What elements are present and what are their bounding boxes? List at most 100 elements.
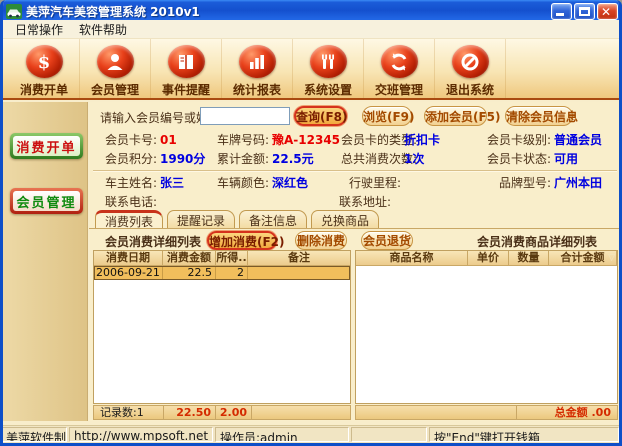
member-info-row: 会员积分: 1990分 累计金额: 22.5元 总共消费次数: 1次 会员卡状态… [93,151,617,167]
toolbar-item-reminders[interactable]: 事件提醒 [151,39,222,98]
column-header[interactable]: 数量 [509,251,549,265]
toolbar-item-reports[interactable]: 统计报表 [222,39,293,98]
sidebar-button-members[interactable]: 会员管理 [10,188,83,214]
tab-exchange-goods[interactable]: 兑换商品 [311,210,379,228]
total-amount-value: 22.5元 [269,151,341,167]
grand-total: 总金额 .00 [517,406,617,419]
shift-cycle-icon [381,45,418,78]
consume-list-title: 会员消费详细列表 [105,233,201,250]
toolbar-item-shift[interactable]: 交班管理 [364,39,435,98]
cell-date: 2006-09-21 09 [94,266,163,280]
goods-summary-bar: 总金额 .00 [355,405,618,420]
mileage-label: 行驶里程: [341,175,401,191]
column-header[interactable]: 所得.. [216,251,248,265]
table-row-selected[interactable]: 2006-09-21 09 22.5 2 [94,266,350,280]
window-title: 美萍汽车美容管理系统 2010v1 [26,3,200,20]
column-header[interactable]: 单价 [468,251,509,265]
consume-table-header: 消费日期 消费金额 所得.. 备注 [94,251,350,266]
toolbar-item-members[interactable]: 会员管理 [80,39,151,98]
tab-consume-list[interactable]: 消费列表 [95,210,163,228]
card-level-label: 会员卡级别: [451,132,551,148]
status-operator: 操作员:admin [215,427,349,442]
goods-table-header: 商品名称 单价 数量 合计金额 ▽ [356,251,617,266]
consume-summary-bar: 记录数:1 22.50 2.00 [93,405,351,420]
card-no-value: 01 [157,132,207,148]
member-icon [97,45,134,78]
toolbar-item-exit[interactable]: 退出系统 [435,39,506,98]
member-search-input[interactable] [200,107,290,125]
add-member-button[interactable]: 添加会员(F5) [424,106,487,126]
clear-member-button[interactable]: 清除会员信息 [505,106,573,126]
maximize-button[interactable] [574,3,595,20]
points-total: 2.00 [216,406,252,419]
member-info-row: 车主姓名: 张三 车辆颜色: 深红色 行驶里程: 品牌型号: 广州本田 [93,175,617,191]
divider [93,170,617,172]
minimize-icon [556,13,564,16]
owner-name-label: 车主姓名: [93,175,157,191]
status-empty [351,427,427,442]
owner-name-value: 张三 [157,175,207,191]
tab-notes[interactable]: 备注信息 [239,210,307,228]
points-label: 会员积分: [93,151,157,167]
menu-bar: 日常操作 软件帮助 [3,20,619,39]
column-header[interactable]: 消费金额 [163,251,216,265]
menu-daily-ops[interactable]: 日常操作 [8,20,70,39]
column-header[interactable]: 合计金额 [549,251,617,265]
card-status-label: 会员卡状态: [451,151,551,167]
member-refund-button[interactable]: 会员退货 [361,231,413,250]
bar-chart-icon [239,45,276,78]
mileage-value [401,175,451,191]
goods-table[interactable]: 商品名称 单价 数量 合计金额 ▽ [355,250,618,404]
cell-points: 2 [216,266,248,280]
cell-amount: 22.5 [163,266,216,280]
app-car-icon [6,4,22,19]
brand-model-label: 品牌型号: [451,175,551,191]
cell-note [248,266,350,280]
address-label: 联系地址: [337,194,391,210]
delete-consume-button[interactable]: 删除消费 [295,231,347,250]
detail-header-row: 会员消费详细列表 增加消费(F2) 删除消费 会员退货 会员消费商品详细列表 [89,230,619,251]
tab-reminder-records[interactable]: 提醒记录 [167,210,235,228]
card-no-label: 会员卡号: [93,132,157,148]
tab-strip: 消费列表 提醒记录 备注信息 兑换商品 [95,210,379,228]
points-value: 1990分 [157,151,207,167]
status-bar: 美萍软件制作 http://www.mpsoft.net 操作员:admin 按… [0,425,622,446]
column-header[interactable]: 备注 [248,251,350,265]
record-count: 记录数:1 [94,406,164,419]
visit-count-label: 总共消费次数: [341,151,401,167]
plate-label: 车牌号码: [207,132,269,148]
car-color-value: 深红色 [269,175,341,191]
status-website[interactable]: http://www.mpsoft.net [69,427,213,442]
goods-list-title: 会员消费商品详细列表 [477,233,597,250]
exit-forbidden-icon [452,45,489,78]
grand-total-label: 总金额 [555,406,588,419]
query-button[interactable]: 查询(F8) [294,106,347,126]
toolbar-item-settings[interactable]: 系统设置 [293,39,364,98]
phone-label: 联系电话: [93,194,157,210]
column-header[interactable]: 消费日期 [94,251,163,265]
reminder-book-icon [168,45,205,78]
address-value [391,194,617,210]
brand-model-value: 广州本田 [551,175,617,191]
member-info-row: 会员卡号: 01 车牌号码: 豫A-12345 会员卡的类型: 折扣卡 会员卡级… [93,132,617,148]
menu-help[interactable]: 软件帮助 [72,20,134,39]
toolbar-item-consume[interactable]: $ 消费开单 [9,39,80,98]
close-icon: ✕ [601,5,611,19]
grand-total-value: .00 [592,406,612,419]
minimize-button[interactable] [551,3,572,20]
dollar-icon: $ [26,45,63,78]
add-consume-button[interactable]: 增加消费(F2) [207,231,277,250]
status-maker: 美萍软件制作 [1,427,67,442]
visit-count-value: 1次 [401,151,451,167]
close-button[interactable]: ✕ [597,3,618,20]
summary-filler [356,406,517,419]
consume-table[interactable]: 消费日期 消费金额 所得.. 备注 2006-09-21 09 22.5 2 [93,250,351,404]
summary-filler [252,406,350,419]
column-header[interactable]: 商品名称 [356,251,468,265]
browse-button[interactable]: 浏览(F9) [362,106,412,126]
sidebar-button-consume[interactable]: 消费开单 [10,133,83,159]
toolbar: $ 消费开单 会员管理 事件提醒 统计报表 系统设置 [3,39,619,100]
card-status-value: 可用 [551,151,617,167]
total-amount-label: 累计金额: [207,151,269,167]
member-info-row: 联系电话: 联系地址: [93,194,617,210]
